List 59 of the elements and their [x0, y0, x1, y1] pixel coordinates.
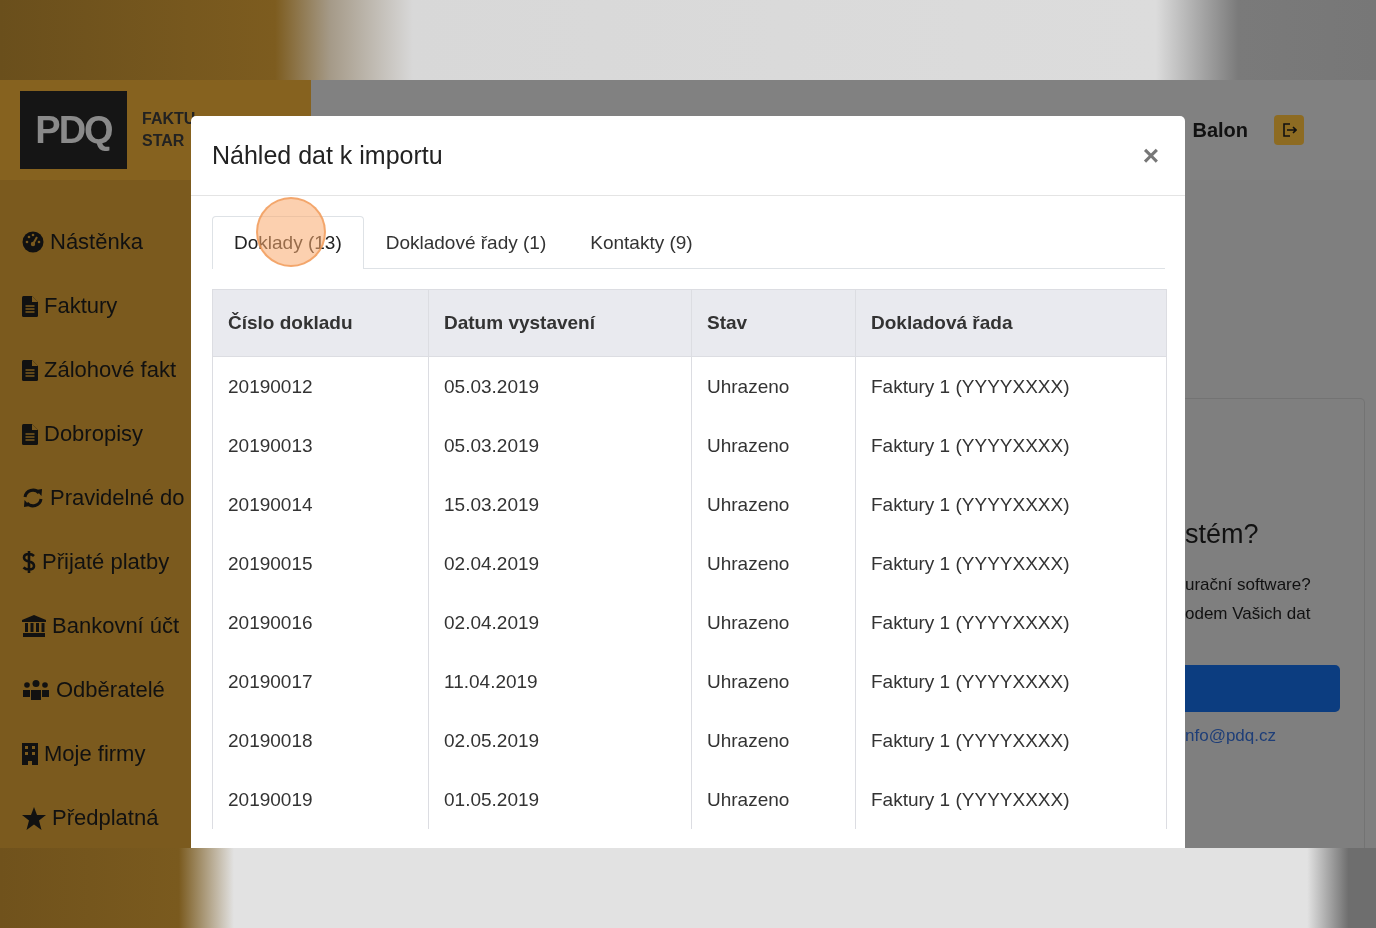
table-cell: 02.04.2019	[428, 593, 692, 652]
bank-icon	[22, 615, 46, 637]
table-cell: 20190019	[212, 770, 429, 829]
table-cell: 05.03.2019	[428, 356, 692, 416]
table-cell: 05.03.2019	[428, 416, 692, 475]
table-cell: Faktury 1 (YYYYXXXX)	[855, 652, 1167, 711]
table-cell: 20190018	[212, 711, 429, 770]
email-link[interactable]: nfo@pdq.cz	[1185, 726, 1276, 746]
logo-mark: PDQ	[20, 91, 127, 169]
sync-icon	[22, 488, 44, 508]
table-cell: Faktury 1 (YYYYXXXX)	[855, 711, 1167, 770]
document-icon	[22, 295, 38, 317]
modal-title: Náhled dat k importu	[212, 141, 443, 170]
table-cell: Faktury 1 (YYYYXXXX)	[855, 593, 1167, 652]
table-cell: Faktury 1 (YYYYXXXX)	[855, 770, 1167, 829]
table-cell: Faktury 1 (YYYYXXXX)	[855, 475, 1167, 534]
card-text: odem Vašich dat	[1185, 603, 1312, 625]
close-button[interactable]: ×	[1136, 141, 1165, 170]
table-cell: Faktury 1 (YYYYXXXX)	[855, 356, 1167, 416]
table-cell: 11.04.2019	[428, 652, 692, 711]
table-cell: 20190014	[212, 475, 429, 534]
table-cell: Faktury 1 (YYYYXXXX)	[855, 534, 1167, 593]
building-icon	[22, 743, 38, 765]
tab[interactable]: Dokladové řady (1)	[363, 216, 569, 269]
table-cell: Uhrazeno	[691, 711, 856, 770]
user-name: Balon	[1192, 118, 1248, 142]
document-icon	[22, 423, 38, 445]
table-cell: 02.05.2019	[428, 711, 692, 770]
table-cell: Uhrazeno	[691, 593, 856, 652]
star-icon	[22, 806, 46, 830]
table-cell: Faktury 1 (YYYYXXXX)	[855, 416, 1167, 475]
table-cell: 20190016	[212, 593, 429, 652]
logo-tagline: STAR	[142, 131, 186, 151]
column-header: Dokladová řada	[855, 289, 1167, 357]
logout-icon	[1281, 122, 1297, 138]
card-text: urační software?	[1185, 574, 1312, 596]
table-cell: Uhrazeno	[691, 770, 856, 829]
table-cell: 02.04.2019	[428, 534, 692, 593]
document-icon	[22, 359, 38, 381]
column-header: Číslo dokladu	[212, 289, 429, 357]
table-cell: Uhrazeno	[691, 534, 856, 593]
gauge-icon	[22, 231, 44, 253]
dollar-icon	[22, 550, 36, 574]
table-cell: 20190015	[212, 534, 429, 593]
table-cell: Uhrazeno	[691, 475, 856, 534]
tab[interactable]: Kontakty (9)	[568, 216, 715, 269]
table-cell: 20190017	[212, 652, 429, 711]
table-cell: Uhrazeno	[691, 652, 856, 711]
table-cell: Uhrazeno	[691, 416, 856, 475]
table-cell: Uhrazeno	[691, 356, 856, 416]
table-cell: 20190013	[212, 416, 429, 475]
column-header: Stav	[691, 289, 856, 357]
card-title: stém?	[1185, 519, 1260, 550]
table-cell: 15.03.2019	[428, 475, 692, 534]
users-icon	[22, 680, 50, 700]
logout-button[interactable]	[1274, 115, 1304, 145]
column-header: Datum vystavení	[428, 289, 692, 357]
table-cell: 20190012	[212, 356, 429, 416]
table-cell: 01.05.2019	[428, 770, 692, 829]
